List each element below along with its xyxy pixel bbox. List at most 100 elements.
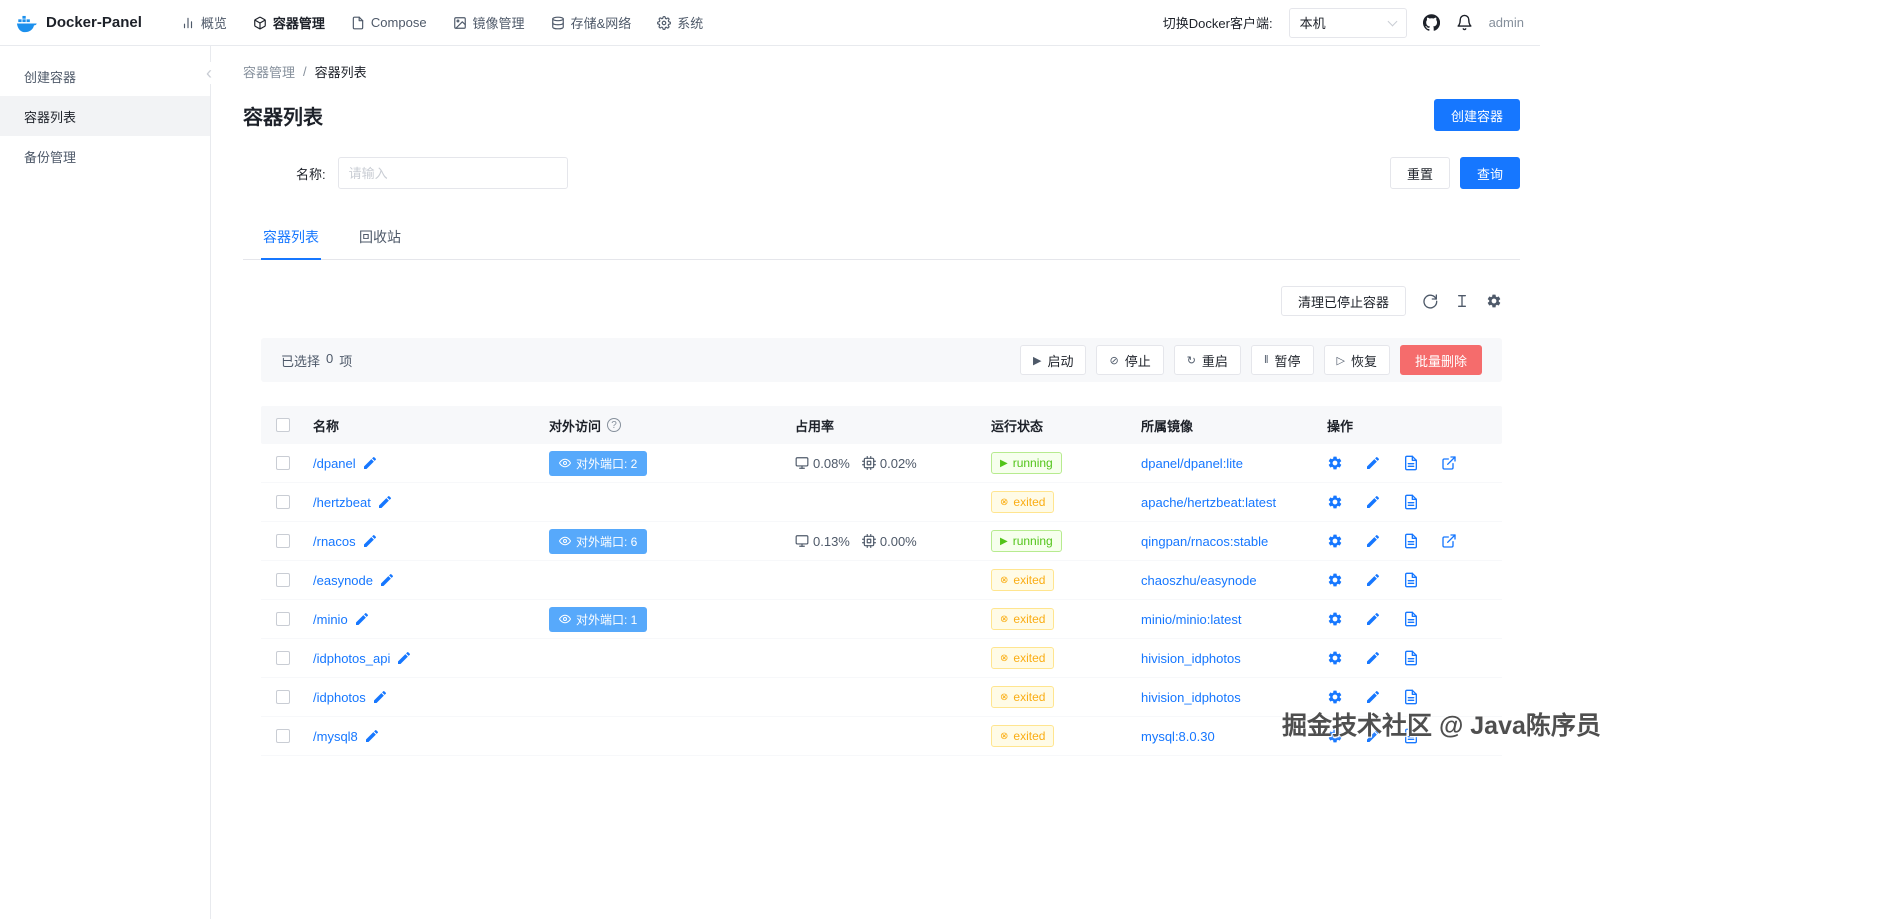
edit-container-icon[interactable] [1365,689,1381,705]
image-link[interactable]: mysql:8.0.30 [1141,729,1215,744]
batch-delete-button[interactable]: 批量删除 [1399,345,1482,375]
sidebar-item-backup-management[interactable]: 备份管理 [0,136,210,176]
density-icon[interactable] [1454,293,1470,309]
docker-client-select[interactable]: 本机 [1288,7,1407,38]
row-checkbox[interactable] [276,573,290,587]
edit-container-icon[interactable] [1365,650,1381,666]
image-link[interactable]: minio/minio:latest [1141,612,1241,627]
container-name-link[interactable]: /minio [313,612,348,627]
container-name-link[interactable]: /idphotos_api [313,651,390,666]
pause-button[interactable]: ‖ 暂停 [1250,345,1314,375]
refresh-icon[interactable] [1422,293,1438,309]
rename-icon[interactable] [362,455,378,471]
image-link[interactable]: dpanel/dpanel:lite [1141,456,1243,471]
logs-icon[interactable] [1403,689,1419,705]
status-badge: ⊗ exited [991,686,1055,708]
logs-icon[interactable] [1403,572,1419,588]
external-link-icon[interactable] [1441,533,1457,549]
logs-icon[interactable] [1403,455,1419,471]
play-icon: ▶ [1000,535,1008,547]
nav-item-system[interactable]: 系统 [644,0,716,46]
nav-item-compose[interactable]: Compose [338,0,440,46]
rename-icon[interactable] [372,689,388,705]
container-settings-icon[interactable] [1327,689,1343,705]
logs-icon[interactable] [1403,533,1419,549]
port-badge[interactable]: 对外端口: 2 [549,450,648,476]
rename-icon[interactable] [362,533,378,549]
nav-item-image-management[interactable]: 镜像管理 [440,0,538,46]
container-name-link[interactable]: /rnacos [313,534,356,549]
nav-item-overview[interactable]: 概览 [168,0,240,46]
resume-button[interactable]: ▷ 恢复 [1323,345,1390,375]
edit-container-icon[interactable] [1365,455,1381,471]
nav-item-storage-network[interactable]: 存储&网络 [538,0,645,46]
name-filter-input[interactable] [337,157,568,189]
tab-recycle-bin[interactable]: 回收站 [357,217,403,259]
breadcrumb-item[interactable]: 容器管理 [243,62,295,81]
container-settings-icon[interactable] [1327,650,1343,666]
row-checkbox[interactable] [276,456,290,470]
stop-button[interactable]: ⊘ 停止 [1096,345,1164,375]
create-container-button[interactable]: 创建容器 [1433,99,1520,131]
help-icon[interactable]: ? [607,418,622,432]
table-toolbar: 清理已停止容器 [261,286,1502,316]
nav-item-container-management[interactable]: 容器管理 [240,0,338,46]
container-name-link[interactable]: /mysql8 [313,729,358,744]
container-name-link[interactable]: /hertzbeat [313,495,371,510]
container-settings-icon[interactable] [1327,494,1343,510]
container-settings-icon[interactable] [1327,533,1343,549]
row-checkbox[interactable] [276,612,290,626]
github-icon[interactable] [1422,14,1440,31]
restart-button[interactable]: ↻ 重启 [1173,345,1241,375]
sidebar-item-create-container[interactable]: 创建容器 [0,56,210,96]
select-all-checkbox[interactable] [276,418,290,432]
row-checkbox[interactable] [276,651,290,665]
rename-icon[interactable] [396,650,412,666]
start-button[interactable]: ▶ 启动 [1019,345,1087,375]
column-header: 所属镜像 [1141,418,1194,434]
image-link[interactable]: chaoszhu/easynode [1141,573,1257,588]
image-link[interactable]: hivision_idphotos [1141,690,1241,705]
image-link[interactable]: hivision_idphotos [1141,651,1241,666]
brand[interactable]: Docker-Panel [16,12,142,34]
username[interactable]: admin [1489,15,1524,30]
port-badge[interactable]: 对外端口: 6 [549,528,648,554]
container-name-link[interactable]: /dpanel [313,456,356,471]
resume-icon: ▷ [1336,354,1345,367]
image-link[interactable]: apache/hertzbeat:latest [1141,495,1276,510]
rename-icon[interactable] [379,572,395,588]
row-checkbox[interactable] [276,729,290,743]
chart-icon [181,16,195,30]
edit-container-icon[interactable] [1365,533,1381,549]
search-button[interactable]: 查询 [1459,157,1520,189]
edit-container-icon[interactable] [1365,611,1381,627]
sidebar-collapse-button[interactable]: ‹ [205,62,213,84]
row-checkbox[interactable] [276,690,290,704]
image-link[interactable]: qingpan/rnacos:stable [1141,534,1268,549]
column-settings-icon[interactable] [1486,293,1502,309]
container-name-link[interactable]: /easynode [313,573,373,588]
notifications-bell-icon[interactable] [1456,14,1473,31]
logs-icon[interactable] [1403,650,1419,666]
edit-container-icon[interactable] [1365,494,1381,510]
container-name-link[interactable]: /idphotos [313,690,366,705]
external-link-icon[interactable] [1441,455,1457,471]
container-settings-icon[interactable] [1327,572,1343,588]
rename-icon[interactable] [354,611,370,627]
rename-icon[interactable] [377,494,393,510]
clean-stopped-containers-button[interactable]: 清理已停止容器 [1280,286,1406,316]
container-settings-icon[interactable] [1327,455,1343,471]
rename-icon[interactable] [364,728,380,744]
top-navbar: Docker-Panel 概览 容器管理 Compose 镜像管理 存储&网络 系统 切换… [0,0,1540,46]
reset-button[interactable]: 重置 [1389,157,1450,189]
container-settings-icon[interactable] [1327,611,1343,627]
row-checkbox[interactable] [276,495,290,509]
tab-container-list[interactable]: 容器列表 [261,217,321,260]
logs-icon[interactable] [1403,494,1419,510]
edit-container-icon[interactable] [1365,572,1381,588]
page-header: 容器列表 创建容器 [243,99,1520,131]
sidebar-item-container-list[interactable]: 容器列表 [0,96,210,136]
row-checkbox[interactable] [276,534,290,548]
logs-icon[interactable] [1403,611,1419,627]
port-badge[interactable]: 对外端口: 1 [549,606,648,632]
